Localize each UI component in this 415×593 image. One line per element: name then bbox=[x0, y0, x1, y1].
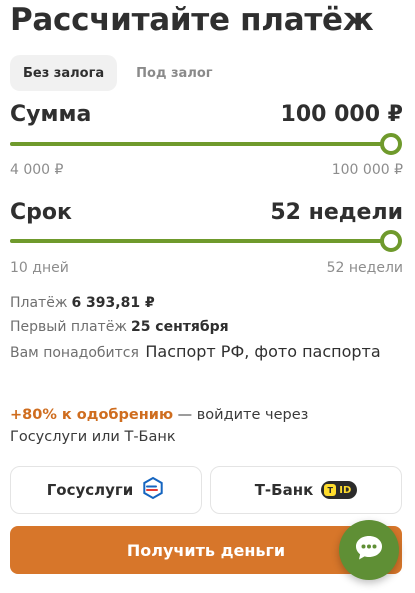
term-slider[interactable] bbox=[10, 229, 402, 253]
tbank-id-icon: T ID bbox=[321, 481, 358, 499]
tbank-id-text: ID bbox=[339, 484, 352, 496]
term-slider-thumb[interactable] bbox=[380, 230, 402, 252]
tab-no-collateral[interactable]: Без залога bbox=[10, 55, 118, 91]
first-payment-value: 25 сентября bbox=[130, 319, 229, 335]
payment-label: Платёж bbox=[10, 295, 68, 311]
amount-max: 100 000 ₽ bbox=[331, 162, 403, 178]
amount-slider-thumb[interactable] bbox=[380, 133, 402, 155]
approval-promo: +80% к одобрению — войдите через Госуслу… bbox=[10, 404, 390, 448]
docs-label: Вам понадобится bbox=[10, 345, 139, 361]
amount-slider[interactable] bbox=[10, 132, 402, 156]
first-payment-line: Первый платёж 25 сентября bbox=[10, 319, 229, 335]
amount-label: Сумма bbox=[10, 102, 92, 127]
amount-row: Сумма 100 000 ₽ bbox=[10, 102, 403, 127]
chat-button[interactable] bbox=[339, 520, 399, 580]
amount-slider-fill bbox=[10, 142, 391, 146]
tab-with-collateral[interactable]: Под залог bbox=[123, 55, 225, 91]
amount-value: 100 000 ₽ bbox=[280, 102, 403, 127]
term-slider-fill bbox=[10, 239, 391, 243]
amount-range: 4 000 ₽ 100 000 ₽ bbox=[10, 162, 403, 178]
promo-accent: +80% к одобрению bbox=[10, 407, 174, 423]
tbank-label: Т-Банк bbox=[254, 481, 314, 499]
term-value: 52 недели bbox=[270, 200, 403, 225]
first-payment-label: Первый платёж bbox=[10, 319, 127, 335]
payment-value: 6 393,81 ₽ bbox=[71, 295, 155, 311]
docs-value: Паспорт РФ, фото паспорта bbox=[145, 342, 381, 361]
page-title: Рассчитайте платёж bbox=[10, 2, 374, 38]
gosuslugi-logo-icon bbox=[141, 476, 165, 504]
tbank-shield-icon: T bbox=[324, 484, 337, 496]
term-min: 10 дней bbox=[10, 260, 69, 276]
term-row: Срок 52 недели bbox=[10, 200, 403, 225]
chat-bubble-icon bbox=[354, 534, 384, 566]
term-label: Срок bbox=[10, 200, 72, 225]
term-max: 52 недели bbox=[326, 260, 403, 276]
amount-min: 4 000 ₽ bbox=[10, 162, 64, 178]
docs-line: Вам понадобится Паспорт РФ, фото паспорт… bbox=[10, 342, 381, 361]
loan-type-tabs: Без залога Под залог bbox=[10, 55, 226, 91]
payment-line: Платёж 6 393,81 ₽ bbox=[10, 295, 155, 311]
term-range: 10 дней 52 недели bbox=[10, 260, 403, 276]
gosuslugi-label: Госуслуги bbox=[46, 481, 134, 499]
gosuslugi-button[interactable]: Госуслуги bbox=[10, 466, 202, 514]
tbank-button[interactable]: Т-Банк T ID bbox=[210, 466, 402, 514]
